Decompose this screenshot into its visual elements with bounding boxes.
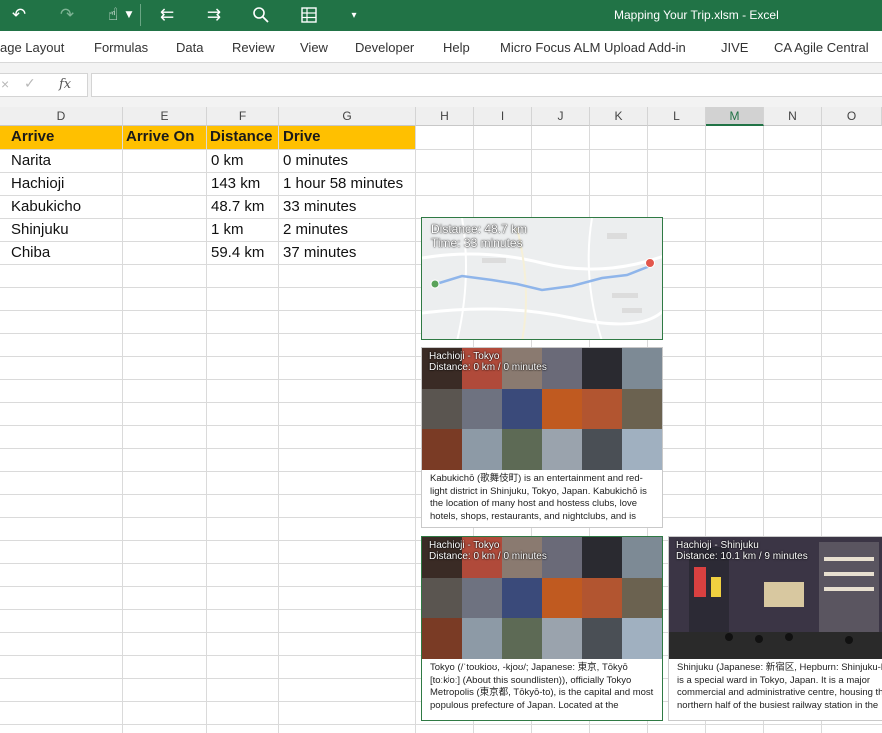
location-card[interactable]: Hachioji - Tokyo Distance: 0 km / 0 minu… — [421, 536, 663, 721]
back-icon[interactable]: ⇇ — [156, 4, 178, 26]
cell-arrive[interactable]: Narita — [11, 152, 51, 169]
cell-arrive[interactable]: Hachioji — [11, 175, 64, 192]
card-route: Hachioji - Tokyo — [429, 540, 500, 551]
cell-arrive[interactable]: Chiba — [11, 244, 50, 261]
header-arrive-on[interactable]: Arrive On — [126, 128, 194, 145]
card-title: Hachioji - Shinjuku Distance: 10.1 km / … — [676, 540, 808, 562]
customize-icon[interactable]: ▾ — [347, 4, 361, 26]
cell-drive[interactable]: 37 minutes — [283, 244, 356, 261]
tab-page-layout[interactable]: age Layout — [0, 40, 64, 55]
header-distance[interactable]: Distance — [210, 128, 273, 145]
location-card[interactable]: Hachioji - Tokyo Distance: 0 km / 0 minu… — [421, 347, 663, 528]
tab-formulas[interactable]: Formulas — [94, 40, 148, 55]
column-header-n[interactable]: N — [764, 107, 822, 126]
column-header-i[interactable]: I — [474, 107, 532, 126]
column-header-d[interactable]: D — [0, 107, 123, 126]
cell-drive[interactable]: 0 minutes — [283, 152, 348, 169]
redo-icon[interactable]: ↷ — [56, 4, 78, 26]
tab-alm-upload[interactable]: Micro Focus ALM Upload Add-in — [500, 40, 686, 55]
card-distance: Distance: 10.1 km / 9 minutes — [676, 551, 808, 562]
column-header-m[interactable]: M — [706, 107, 764, 126]
cell-drive[interactable]: 33 minutes — [283, 198, 356, 215]
title-bar: ↶ ↷ ☝ ▼ ⇇ ⇉ ▾ Mapping Your Trip.xlsm - E… — [0, 0, 882, 31]
card-description: Tokyo (/ˈtoʊkioʊ, -kjoʊ/; Japanese: 東京, … — [430, 662, 654, 711]
card-distance: Distance: 0 km / 0 minutes — [429, 551, 547, 562]
cell-distance[interactable]: 59.4 km — [211, 244, 264, 261]
cell-distance[interactable]: 143 km — [211, 175, 260, 192]
cell-distance[interactable]: 1 km — [211, 221, 244, 238]
tab-data[interactable]: Data — [176, 40, 203, 55]
column-header-f[interactable]: F — [207, 107, 279, 126]
grid-line — [0, 149, 882, 150]
enter-icon[interactable]: ✓ — [24, 76, 36, 92]
window-title: Mapping Your Trip.xlsm - Excel — [614, 8, 779, 22]
dropdown-icon[interactable]: ▼ — [123, 4, 135, 26]
grid-line — [0, 172, 882, 173]
card-description: Kabukichō (歌舞伎町) is an entertainment and… — [430, 473, 647, 522]
formula-buttons: × ✓ fx — [0, 73, 88, 97]
tab-review[interactable]: Review — [232, 40, 275, 55]
cell-distance[interactable]: 48.7 km — [211, 198, 264, 215]
formula-input[interactable] — [91, 73, 882, 97]
column-header-k[interactable]: K — [590, 107, 648, 126]
column-header-h[interactable]: H — [416, 107, 474, 126]
map-time: Time: 33 minutes — [431, 236, 523, 250]
tab-jive[interactable]: JIVE — [721, 40, 748, 55]
grid-line — [0, 195, 882, 196]
forward-icon[interactable]: ⇉ — [203, 4, 225, 26]
card-distance: Distance: 0 km / 0 minutes — [429, 362, 547, 373]
header-drive[interactable]: Drive — [283, 128, 321, 145]
cell-distance[interactable]: 0 km — [211, 152, 244, 169]
card-title: Hachioji - Tokyo Distance: 0 km / 0 minu… — [429, 351, 547, 373]
cell-arrive[interactable]: Kabukicho — [11, 198, 81, 215]
search-icon[interactable] — [250, 4, 272, 26]
cell-drive[interactable]: 2 minutes — [283, 221, 348, 238]
route-map[interactable]: Distance: 48.7 km Time: 33 minutes — [421, 217, 663, 340]
form-icon[interactable] — [298, 4, 320, 26]
column-header-l[interactable]: L — [648, 107, 706, 126]
location-card[interactable]: Hachioji - Shinjuku Distance: 10.1 km / … — [668, 536, 882, 721]
header-arrive[interactable]: Arrive — [11, 128, 54, 145]
touch-mode-icon[interactable]: ☝ — [102, 4, 124, 26]
formula-bar: × ✓ fx — [0, 63, 882, 107]
card-route: Hachioji - Tokyo — [429, 351, 500, 362]
worksheet-grid[interactable]: D E F G H I J K L M N O Arrive Arrive On… — [0, 107, 882, 733]
column-header-j[interactable]: J — [532, 107, 590, 126]
card-description: Shinjuku (Japanese: 新宿区, Hepburn: Shinju… — [677, 662, 882, 711]
tab-ca-agile[interactable]: CA Agile Central — [774, 40, 869, 55]
grid-line — [0, 724, 882, 725]
tab-developer[interactable]: Developer — [355, 40, 414, 55]
undo-icon[interactable]: ↶ — [8, 4, 30, 26]
cell-drive[interactable]: 1 hour 58 minutes — [283, 175, 403, 192]
cell-arrive[interactable]: Shinjuku — [11, 221, 69, 238]
cancel-icon[interactable]: × — [1, 76, 9, 92]
insert-function-icon[interactable]: fx — [59, 77, 71, 92]
toolbar-separator — [140, 4, 141, 26]
column-header-e[interactable]: E — [123, 107, 207, 126]
tab-view[interactable]: View — [300, 40, 328, 55]
map-distance: Distance: 48.7 km — [431, 222, 528, 236]
tab-help[interactable]: Help — [443, 40, 470, 55]
column-header-g[interactable]: G — [279, 107, 416, 126]
ribbon-tabs: age Layout Formulas Data Review View Dev… — [0, 31, 882, 63]
card-title: Hachioji - Tokyo Distance: 0 km / 0 minu… — [429, 540, 547, 562]
card-route: Hachioji - Shinjuku — [676, 540, 759, 551]
table-header-band — [0, 126, 416, 149]
column-header-o[interactable]: O — [822, 107, 882, 126]
